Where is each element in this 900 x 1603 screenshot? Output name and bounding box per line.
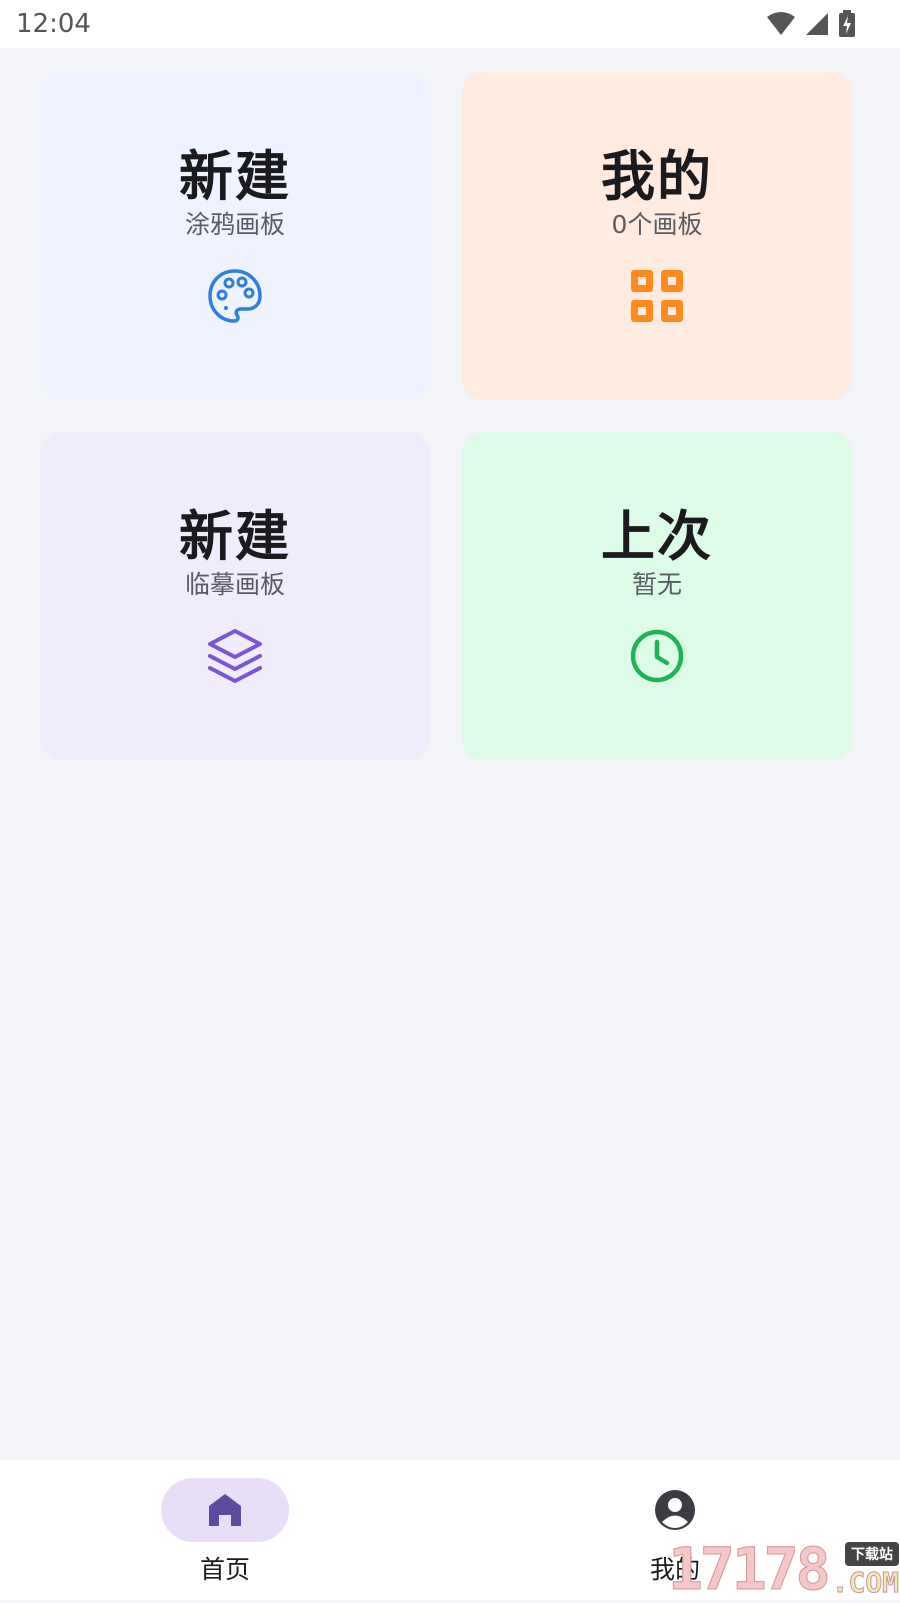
wifi-icon [767, 12, 795, 35]
watermark-tag: 下载站 [845, 1542, 900, 1566]
nav-home-indicator [161, 1478, 289, 1542]
layers-icon [205, 626, 265, 686]
card-title: 新建 [179, 505, 291, 568]
last-board-card[interactable]: 上次 暂无 [462, 432, 852, 760]
card-title: 上次 [601, 505, 713, 568]
new-tracing-board-card[interactable]: 新建 临摹画板 [40, 432, 430, 760]
card-subtitle: 临摹画板 [184, 570, 285, 599]
grid-icon [627, 266, 687, 326]
signal-icon [806, 13, 828, 35]
watermark-suffix: .COM [831, 1566, 900, 1600]
account-icon [655, 1490, 695, 1530]
clock-icon [627, 626, 687, 686]
watermark-side: 下载站 .COM [831, 1542, 900, 1600]
nav-home[interactable]: 首页 [125, 1478, 325, 1588]
card-title: 我的 [601, 145, 713, 208]
nav-home-label: 首页 [199, 1555, 250, 1584]
home-icon [209, 1494, 241, 1526]
watermark-number: 17178 [668, 1535, 832, 1603]
site-watermark: 17178 下载站 .COM [668, 1534, 900, 1603]
home-content: 新建 涂鸦画板 我的 0个画板 新建 临摹画板 上次 暂无 [0, 48, 900, 1460]
status-bar: 12:04 [0, 0, 900, 48]
card-title: 新建 [179, 145, 291, 208]
status-icons [766, 10, 856, 38]
status-time: 12:04 [16, 9, 91, 39]
my-boards-card[interactable]: 我的 0个画板 [462, 72, 852, 400]
battery-icon [839, 10, 855, 37]
nav-mine-indicator [611, 1478, 739, 1542]
card-subtitle: 暂无 [631, 570, 682, 599]
palette-icon [205, 266, 265, 326]
new-doodle-board-card[interactable]: 新建 涂鸦画板 [40, 72, 430, 400]
board-count: 0个画板 [611, 210, 703, 239]
card-subtitle: 涂鸦画板 [184, 210, 285, 239]
